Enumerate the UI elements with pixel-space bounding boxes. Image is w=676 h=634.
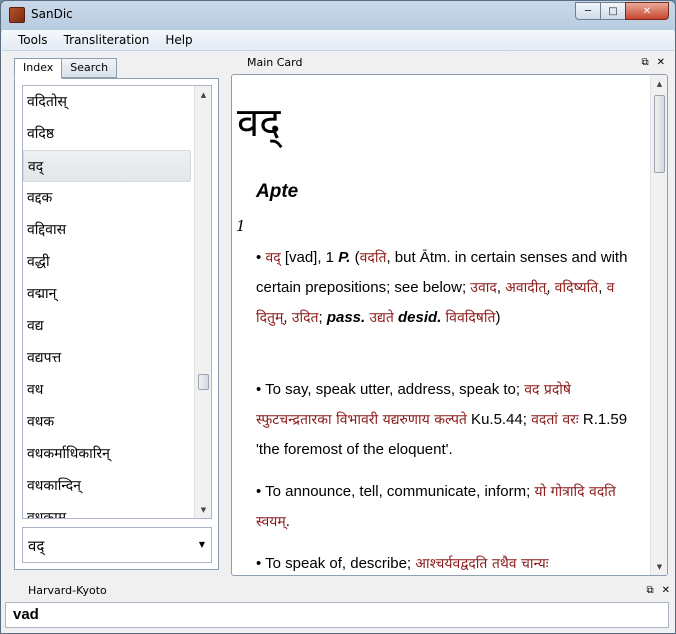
sense-text: ,	[496, 279, 506, 296]
devanagari-text: उदित	[291, 310, 319, 326]
close-button[interactable]: ✕	[625, 2, 669, 20]
sense-text: ,	[283, 309, 292, 326]
sense-paragraph: • To say, speak utter, address, speak to…	[256, 375, 646, 465]
transliteration-title: Harvard-Kyoto	[28, 584, 107, 597]
list-item[interactable]: वधकान्दिन्	[23, 470, 191, 502]
list-item[interactable]: वद्मान्	[23, 278, 191, 310]
close-icon[interactable]: ✕	[657, 54, 665, 72]
card-content: वद् Apte 1 • वद् [vad], 1 P. (वदति, but …	[232, 75, 650, 575]
list-item[interactable]: वद्य	[23, 310, 191, 342]
tab-search[interactable]: Search	[61, 58, 118, 78]
bullet: •	[256, 249, 262, 266]
sense-text: To say, speak utter, address, speak to;	[265, 381, 525, 398]
sense-paragraph: • To announce, tell, communicate, inform…	[256, 477, 646, 537]
combo-value: वद्	[28, 537, 45, 555]
list-item[interactable]: वद्धी	[23, 246, 191, 278]
float-icon[interactable]: ⧉	[641, 54, 648, 72]
sense-text: .	[285, 513, 290, 530]
sense-paragraph: • वद् [vad], 1 P. (वदति, but Ātm. in cer…	[256, 243, 646, 333]
title-bar: SanDic ─ □ ✕	[1, 1, 675, 30]
maximize-button[interactable]: □	[600, 2, 626, 20]
app-icon	[9, 7, 25, 23]
sense-paragraph: • To speak of, describe; आश्चर्यवद्वदति …	[256, 549, 646, 575]
scroll-up-arrow-icon[interactable]: ▲	[195, 86, 211, 103]
list-item[interactable]: वधकाम	[23, 502, 191, 518]
list-item[interactable]: वद्यपत्त	[23, 342, 191, 374]
list-item[interactable]: वधक	[23, 406, 191, 438]
main-card-title: Main Card	[247, 56, 303, 69]
close-icon[interactable]: ✕	[662, 582, 670, 600]
devanagari-text: वदति	[359, 250, 387, 266]
scroll-down-arrow-icon[interactable]: ▼	[651, 558, 667, 575]
scroll-thumb[interactable]	[654, 95, 665, 173]
sense-text: ;	[318, 309, 327, 326]
sense-text: ,	[546, 279, 555, 296]
scroll-down-arrow-icon[interactable]: ▼	[195, 501, 211, 518]
sense-text: (	[350, 249, 360, 266]
scroll-up-arrow-icon[interactable]: ▲	[651, 75, 667, 92]
tab-index[interactable]: Index	[14, 58, 63, 79]
menu-bar: Tools Transliteration Help	[2, 30, 674, 51]
list-item[interactable]: वद्	[23, 150, 191, 182]
devanagari-text: अवादीत्	[505, 280, 547, 296]
chevron-down-icon[interactable]: ▼	[199, 540, 205, 549]
window-title: SanDic	[31, 7, 73, 21]
sense-text: desid.	[398, 309, 442, 326]
scroll-thumb[interactable]	[198, 374, 209, 390]
menu-help[interactable]: Help	[157, 33, 200, 47]
devanagari-text: वदतां वरः	[531, 412, 579, 428]
devanagari-text: उवाद	[470, 280, 497, 296]
bullet: •	[256, 483, 262, 500]
list-item[interactable]: वधकर्माधिकारिन्	[23, 438, 191, 470]
sense-text: P.	[338, 249, 351, 266]
minimize-button[interactable]: ─	[575, 2, 601, 20]
bullet: •	[256, 555, 262, 572]
headword: वद्	[237, 100, 281, 146]
sense-text: pass.	[326, 309, 366, 326]
list-item[interactable]: वदितोस्	[23, 86, 191, 118]
main-card: वद् Apte 1 • वद् [vad], 1 P. (वदति, but …	[231, 74, 668, 576]
sense-text: [vad], 1	[280, 249, 339, 266]
list-item[interactable]: वद्दिवास	[23, 214, 191, 246]
sense-text: Ku.5.44;	[466, 411, 532, 428]
devanagari-text: आश्चर्यवद्वदति तथैव चान्यः	[415, 556, 549, 572]
window-controls: ─ □ ✕	[575, 2, 669, 20]
app-window: SanDic ─ □ ✕ Tools Transliteration Help …	[0, 0, 676, 634]
dictionary-name: Apte	[256, 181, 299, 202]
list-item[interactable]: वदिष्ठ	[23, 118, 191, 150]
menu-transliteration[interactable]: Transliteration	[56, 33, 158, 47]
devanagari-text: उद्यते	[369, 310, 394, 326]
left-tabs: Index Search	[14, 58, 118, 79]
sense-number: 1	[236, 217, 246, 235]
bullet: •	[256, 381, 262, 398]
index-scrollbar[interactable]: ▲ ▼	[194, 86, 211, 518]
devanagari-text: वद्	[265, 250, 281, 266]
list-item[interactable]: वध	[23, 374, 191, 406]
float-icon[interactable]: ⧉	[646, 582, 653, 600]
headword-combo[interactable]: वद् ▼	[22, 527, 212, 563]
menu-tools[interactable]: Tools	[10, 33, 56, 47]
devanagari-text: वदिष्यति	[554, 280, 599, 296]
card-scrollbar[interactable]: ▲ ▼	[650, 75, 667, 575]
sense-text: ,	[598, 279, 607, 296]
list-item[interactable]: वद्दक	[23, 182, 191, 214]
sense-text: )	[495, 309, 501, 326]
index-list[interactable]: वदितोस् वदिष्ठ वद् वद्दक वद्दिवास वद्धी वद्मान…	[22, 85, 212, 519]
sense-text: To speak of, describe;	[265, 555, 416, 572]
transliteration-input[interactable]: vad	[5, 602, 669, 628]
transliteration-dock-title: Harvard-Kyoto ⧉ ✕	[2, 582, 674, 600]
main-card-dock-title: Main Card ⧉ ✕	[231, 54, 669, 72]
sense-text: To announce, tell, communicate, inform;	[265, 483, 535, 500]
devanagari-text: विवदिषति	[445, 310, 496, 326]
index-panel: वदितोस् वदिष्ठ वद् वद्दक वद्दिवास वद्धी वद्मान…	[14, 78, 219, 570]
